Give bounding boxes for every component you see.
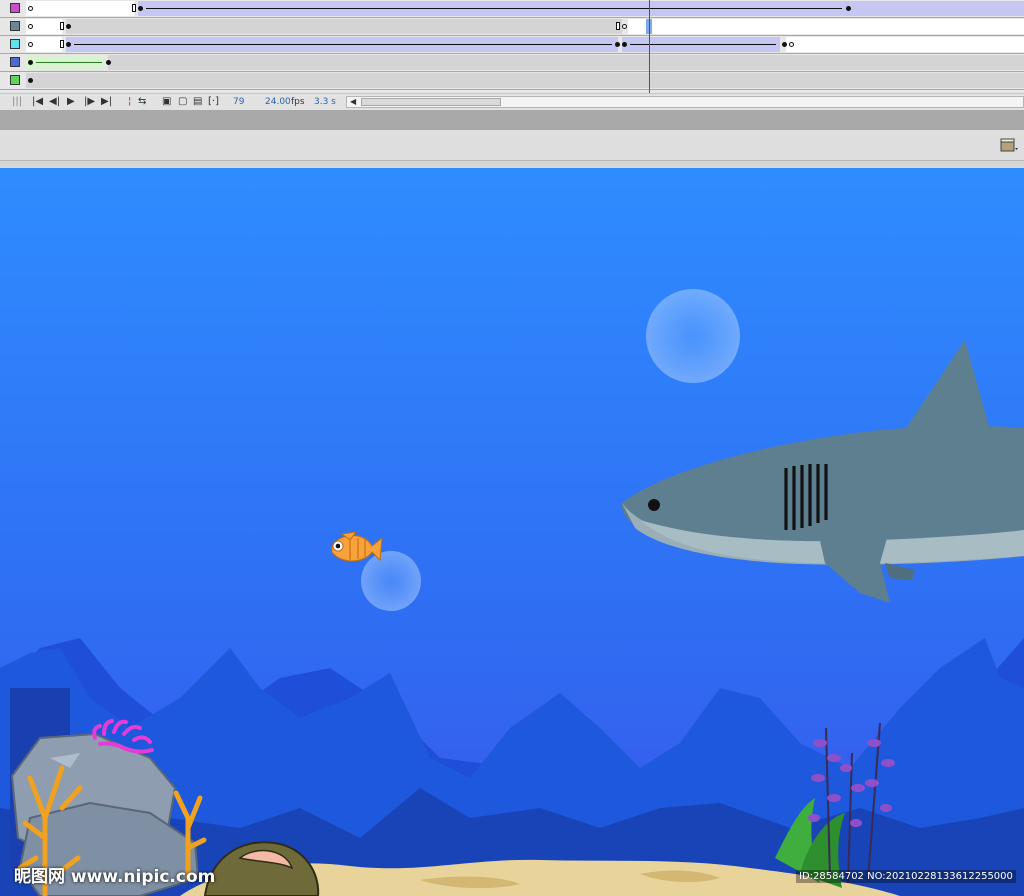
modify-markers-icon[interactable]: [·]	[208, 96, 219, 108]
keyframe[interactable]	[622, 42, 627, 47]
shark-eye	[648, 499, 660, 511]
elapsed-time-readout[interactable]: 3.3 s	[314, 97, 336, 107]
loop-icon[interactable]: ⇆	[138, 96, 146, 108]
layer-color-swatch[interactable]	[10, 75, 20, 85]
frame-end-marker	[60, 40, 64, 48]
timeline-layer-row-3[interactable]	[0, 36, 1024, 54]
keyframe[interactable]	[615, 42, 620, 47]
timeline-layer-row-5[interactable]	[0, 72, 1024, 90]
empty-keyframe[interactable]	[789, 42, 794, 47]
edit-bar	[0, 130, 1024, 161]
empty-keyframe[interactable]	[622, 24, 627, 29]
onion-skin-icon[interactable]: ▣	[162, 96, 171, 108]
tween-arrow	[630, 44, 776, 45]
bubble	[646, 289, 740, 383]
keyframe[interactable]	[846, 6, 851, 11]
frame-rate-unit: fps	[291, 97, 305, 107]
layer-track[interactable]	[26, 72, 1024, 89]
edit-multiple-frames-icon[interactable]: ▤	[193, 96, 202, 108]
layer-color-swatch[interactable]	[10, 57, 20, 67]
layer-color-swatch[interactable]	[10, 21, 20, 31]
stage-canvas[interactable]	[0, 168, 1024, 896]
frames-span	[26, 73, 1024, 88]
timeline-layer-row-4[interactable]	[0, 54, 1024, 72]
frames-span	[26, 1, 134, 16]
keyframe[interactable]	[28, 78, 33, 83]
frames-span	[786, 37, 1024, 52]
keyframe[interactable]	[28, 60, 33, 65]
bubble	[361, 551, 421, 611]
keyframe[interactable]	[106, 60, 111, 65]
layer-track[interactable]	[26, 36, 1024, 53]
frame-rate-readout[interactable]: 24.00	[265, 97, 291, 107]
keyframe[interactable]	[66, 24, 71, 29]
layer-color-swatch[interactable]	[10, 39, 20, 49]
tween-arrow	[146, 8, 842, 9]
layer-track[interactable]	[26, 18, 1024, 35]
tween-arrow	[36, 62, 102, 63]
step-forward-icon[interactable]: |▶	[84, 96, 95, 108]
keyframe[interactable]	[138, 6, 143, 11]
center-frame-icon[interactable]: ¦	[128, 96, 131, 108]
watermark-site: 昵图网 www.nipic.com	[14, 867, 216, 887]
timeline-layer-row-1[interactable]	[0, 0, 1024, 18]
onion-skin-outlines-icon[interactable]: ▢	[178, 96, 187, 108]
empty-keyframe[interactable]	[28, 6, 33, 11]
timeline-horizontal-scrollbar[interactable]: ◀	[346, 96, 1024, 108]
scroll-left-icon[interactable]: ◀	[350, 97, 356, 106]
current-frame-readout[interactable]: 79	[233, 97, 244, 107]
layer-track[interactable]	[26, 54, 1024, 71]
frame-end-marker	[132, 4, 136, 12]
frames-span	[108, 55, 1024, 70]
timeline-layer-row-2[interactable]	[0, 18, 1024, 36]
frames-span	[66, 19, 622, 34]
frame-end-marker	[616, 22, 620, 30]
empty-keyframe[interactable]	[28, 42, 33, 47]
empty-keyframe[interactable]	[28, 24, 33, 29]
keyframe[interactable]	[66, 42, 71, 47]
frame-end-marker	[60, 22, 64, 30]
layer-color-swatch[interactable]	[10, 3, 20, 13]
play-icon[interactable]: ▶	[67, 96, 75, 108]
clapperboard-icon[interactable]	[1000, 138, 1018, 152]
keyframe[interactable]	[782, 42, 787, 47]
scrollbar-thumb[interactable]	[361, 98, 501, 106]
timeline-panel: ||| |◀ ◀| ▶ |▶ ▶| ¦ ⇆ ▣ ▢ ▤ [·] 79 24.00…	[0, 0, 1024, 111]
playhead[interactable]	[649, 0, 650, 96]
grip-icon: |||	[12, 96, 23, 107]
layer-track[interactable]	[26, 0, 1024, 17]
go-to-last-frame-icon[interactable]: ▶|	[101, 96, 112, 108]
go-to-first-frame-icon[interactable]: |◀	[32, 96, 43, 108]
step-back-icon[interactable]: ◀|	[49, 96, 60, 108]
timeline-controls: ||| |◀ ◀| ▶ |▶ ▶| ¦ ⇆ ▣ ▢ ▤ [·] 79 24.00…	[0, 93, 1024, 111]
watermark-id: ID:28584702 NO:20210228133612255000	[796, 870, 1016, 883]
tween-arrow	[74, 44, 612, 45]
panel-divider[interactable]	[0, 110, 1024, 130]
frames-span	[628, 19, 1024, 34]
